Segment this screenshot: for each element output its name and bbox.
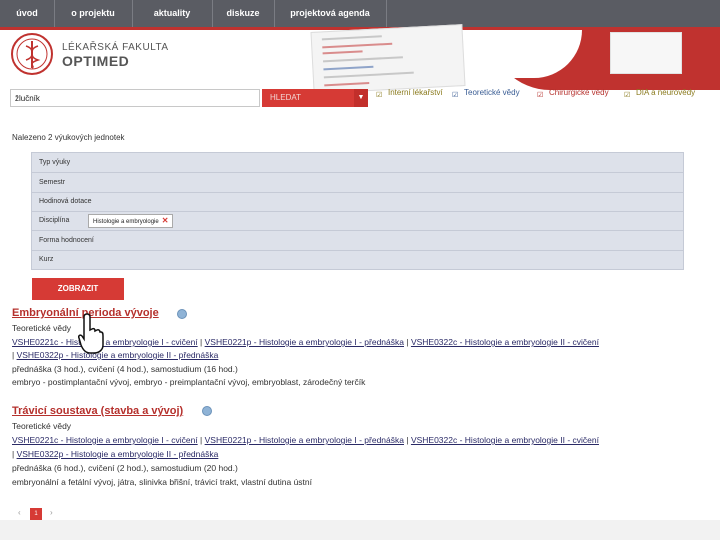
caduceus-seal-icon[interactable]: [10, 32, 54, 76]
result-hours-2: přednáška (6 hod.), cvičení (2 hod.), sa…: [12, 463, 238, 473]
blue-dot-icon[interactable]: [177, 309, 187, 319]
course-link[interactable]: VSHE0322p - Histologie a embryologie II …: [17, 350, 219, 360]
filter-panel: Typ výuky Semestr Hodinová dotace Discip…: [31, 152, 684, 270]
checkbox-check-icon[interactable]: ☑: [452, 92, 459, 99]
result-keywords-1: embryo - postimplantační vývoj, embryo -…: [12, 377, 366, 387]
top-navigation: úvod o projektu aktuality diskuze projek…: [0, 0, 720, 30]
course-link[interactable]: VSHE0322p - Histologie a embryologie II …: [17, 449, 219, 459]
filter-row-forma-hodnoceni[interactable]: Forma hodnocení: [32, 231, 683, 251]
course-link[interactable]: VSHE0221c - Histologie a embryologie I -…: [12, 337, 198, 347]
result-links-2b: | VSHE0322p - Histologie a embryologie I…: [12, 449, 219, 459]
course-link[interactable]: VSHE0322c - Histologie a embryologie II …: [411, 337, 599, 347]
checkbox-check-icon[interactable]: ☑: [537, 92, 544, 99]
pager-prev[interactable]: ‹: [18, 508, 21, 517]
show-button[interactable]: ZOBRAZIT: [32, 278, 124, 300]
nav-item-uvod[interactable]: úvod: [0, 0, 55, 27]
result-title-2[interactable]: Trávicí soustava (stavba a vývoj): [12, 405, 183, 417]
checkbox-check-icon[interactable]: ☑: [376, 92, 383, 99]
nav-item-aktuality[interactable]: aktuality: [132, 0, 213, 27]
course-link[interactable]: VSHE0221p - Histologie a embryologie I -…: [205, 337, 404, 347]
filter-row-typ-vyuky[interactable]: Typ výuky: [32, 153, 683, 173]
result-links-1b: | VSHE0322p - Histologie a embryologie I…: [12, 350, 219, 360]
course-link[interactable]: VSHE0221p - Histologie a embryologie I -…: [205, 435, 404, 445]
filter-row-disciplina[interactable]: Disciplína Histologie a embryologie ✕: [32, 211, 683, 231]
footer-bar: [0, 520, 720, 540]
hand-pointer-icon: [78, 313, 104, 354]
result-category-2: Teoretické vědy: [12, 421, 72, 431]
header-paper-decoration-right: [610, 32, 682, 74]
course-link[interactable]: VSHE0322c - Histologie a embryologie II …: [411, 435, 599, 445]
nav-item-o-projektu[interactable]: o projektu: [54, 0, 133, 27]
chevron-down-icon[interactable]: ▼: [354, 89, 368, 107]
course-link[interactable]: VSHE0221c - Histologie a embryologie I -…: [12, 435, 198, 445]
nav-item-diskuze[interactable]: diskuze: [212, 0, 275, 27]
header-paper-decoration: [310, 24, 466, 94]
blue-dot-icon[interactable]: [202, 406, 212, 416]
filter-row-semestr[interactable]: Semestr: [32, 173, 683, 193]
filter-row-kurz[interactable]: Kurz: [32, 250, 683, 269]
search-select-label: HLEDAT: [270, 93, 301, 102]
pager-next[interactable]: ›: [50, 508, 53, 517]
results-count: Nalezeno 2 výukových jednotek: [12, 133, 125, 142]
discipline-chip: Histologie a embryologie ✕: [88, 214, 174, 228]
filter-row-hodinova-dotace[interactable]: Hodinová dotace: [32, 192, 683, 212]
close-icon[interactable]: ✕: [162, 216, 169, 225]
result-category-1: Teoretické vědy: [12, 323, 72, 333]
discipline-chip-label: Histologie a embryologie: [93, 219, 159, 225]
result-links-2: VSHE0221c - Histologie a embryologie I -…: [12, 435, 599, 445]
result-hours-1: přednáška (3 hod.), cvičení (4 hod.), sa…: [12, 364, 238, 374]
result-keywords-2: embryonální a fetální vývoj, játra, slin…: [12, 477, 312, 487]
brand-optimed: OPTIMED: [62, 53, 130, 69]
checkbox-check-icon[interactable]: ☑: [624, 92, 631, 99]
search-input[interactable]: [10, 89, 260, 107]
search-select[interactable]: HLEDAT ▼: [262, 89, 368, 107]
nav-item-projektova-agenda[interactable]: projektová agenda: [274, 0, 387, 27]
brand-faculty: LÉKAŘSKÁ FAKULTA: [62, 42, 169, 53]
pager-current[interactable]: 1: [30, 508, 42, 520]
